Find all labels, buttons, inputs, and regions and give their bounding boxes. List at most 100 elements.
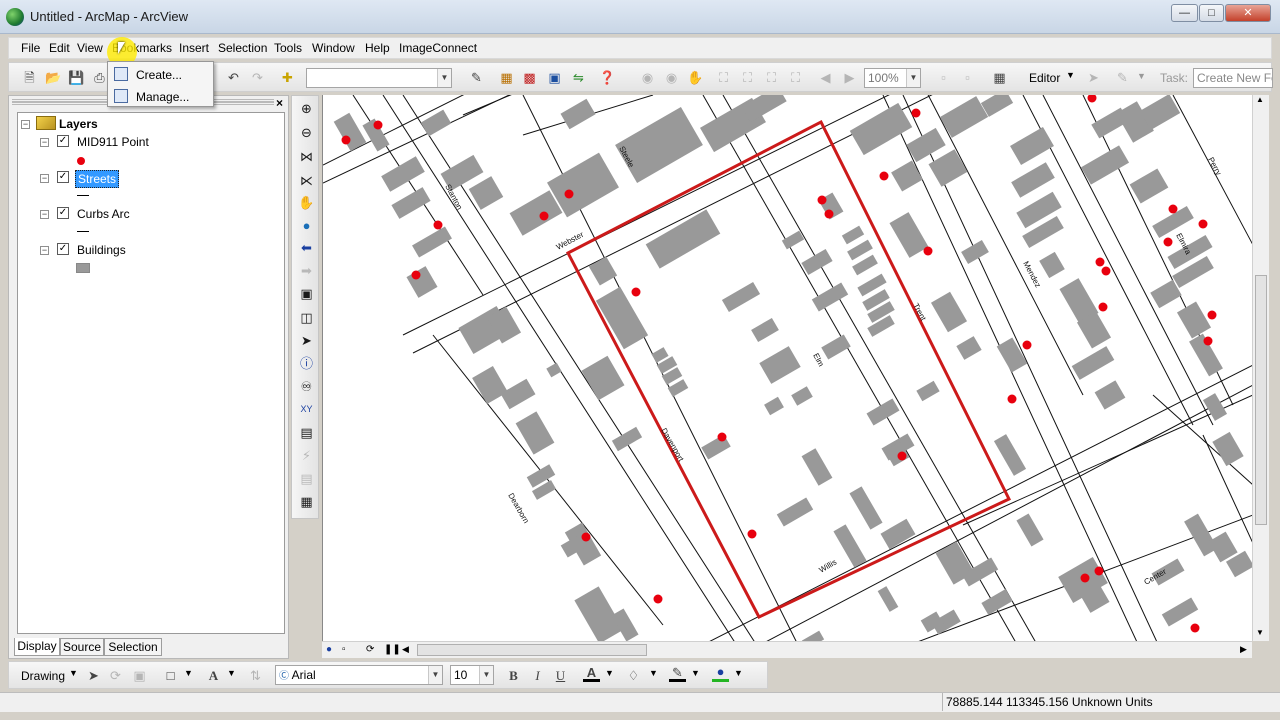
line-symbol-icon[interactable] [77, 231, 89, 232]
hyperlink-icon[interactable]: ⚡ [298, 447, 315, 464]
underline-button[interactable]: U [552, 667, 569, 684]
marker-color-icon[interactable]: ● [712, 665, 729, 682]
line-symbol-icon[interactable] [77, 195, 89, 196]
data-view-icon[interactable]: ● [326, 644, 332, 655]
fill-color-icon[interactable]: ♢ [625, 667, 642, 684]
find-binoculars-icon[interactable]: ♾ [298, 378, 315, 395]
forward-arrow-icon[interactable]: ➡ [298, 262, 315, 279]
edit-tool-icon[interactable]: ➤ [1085, 69, 1102, 86]
layer-name-buildings[interactable]: Buildings [77, 243, 126, 257]
modelbuilder-icon[interactable]: ⇋ [570, 69, 587, 86]
full-extent-dim-icon[interactable]: ⛶ [715, 69, 732, 86]
back-extent-icon[interactable]: ◀ [817, 69, 834, 86]
menu-insert[interactable]: Insert [179, 41, 209, 55]
menu-view[interactable]: View [77, 41, 103, 55]
layer-visibility-checkbox[interactable]: ✓ [57, 207, 69, 219]
zoom-to-selected-icon[interactable]: ▣ [131, 667, 148, 684]
select-features-icon[interactable]: ▣ [298, 285, 315, 302]
collapse-layers-icon[interactable]: − [21, 120, 30, 129]
collapse-layer-icon[interactable]: − [40, 138, 49, 147]
map-display[interactable]: Webster Davenport Elm Trent Willis Dearborn Me… [322, 95, 1252, 641]
menu-selection[interactable]: Selection [218, 41, 267, 55]
toggle-draft-mode-icon[interactable]: ▫ [935, 69, 952, 86]
vertical-scroll-thumb[interactable] [1255, 275, 1267, 525]
layer-name-curbs-arc[interactable]: Curbs Arc [77, 207, 130, 221]
layout-view-icon[interactable]: ▫ [342, 644, 346, 655]
zoom-out-icon[interactable]: ⊖ [298, 124, 315, 141]
font-color-icon[interactable]: A [583, 666, 600, 682]
zoom-percent-combo[interactable]: 100% ▼ [864, 68, 921, 88]
rectangle-icon[interactable]: □ [162, 667, 179, 684]
layer-name-mid911-point[interactable]: MID911 Point [77, 135, 149, 149]
italic-button[interactable]: I [529, 667, 546, 684]
chevron-down-icon[interactable]: ▼ [734, 668, 743, 678]
create-viewer-window-icon[interactable]: ▦ [298, 493, 315, 510]
add-data-icon[interactable]: ✚ [279, 69, 296, 86]
layer-visibility-checkbox[interactable]: ✓ [57, 243, 69, 255]
print-icon[interactable]: ⎙ [91, 69, 108, 86]
menu-edit[interactable]: Edit [49, 41, 70, 55]
new-document-icon[interactable]: 🗎 [21, 69, 38, 86]
undo-icon[interactable]: ↶ [225, 69, 242, 86]
focus-data-frame-icon[interactable]: ▫ [959, 69, 976, 86]
sketch-tool-icon[interactable]: ✎ [1114, 69, 1131, 86]
measure-icon[interactable]: ▤ [298, 424, 315, 441]
chevron-down-icon[interactable]: ▼ [649, 668, 658, 678]
menu-imageconnect[interactable]: ImageConnect [399, 41, 477, 55]
command-line-icon[interactable]: ▣ [546, 69, 563, 86]
pan-dim-icon[interactable]: ✋ [687, 69, 704, 86]
full-extent-globe-icon[interactable]: ● [298, 217, 315, 234]
back-arrow-icon[interactable]: ⬅ [298, 239, 315, 256]
toolbox-icon[interactable]: ▩ [521, 69, 538, 86]
menu-tools[interactable]: Tools [274, 41, 302, 55]
layer-visibility-checkbox[interactable]: ✓ [57, 171, 69, 183]
go-to-xy-icon[interactable]: XY [298, 401, 315, 418]
editor-menu-label[interactable]: Editor [1029, 71, 1060, 85]
close-button[interactable]: ✕ [1225, 4, 1271, 22]
edit-vertices-icon[interactable]: ⇅ [247, 667, 264, 684]
toc-close-icon[interactable]: × [276, 96, 283, 110]
rotate-icon[interactable]: ⟳ [107, 667, 124, 684]
scroll-right-icon[interactable]: ▶ [1240, 644, 1247, 655]
collapse-layer-icon[interactable]: − [40, 246, 49, 255]
collapse-layer-icon[interactable]: − [40, 210, 49, 219]
zoom-out-fixed-icon[interactable]: ◉ [663, 69, 680, 86]
html-popup-icon[interactable]: ▤ [298, 470, 315, 487]
horizontal-scrollbar[interactable]: ● ▫ ⟳ ❚❚ ◀ ▶ [322, 641, 1252, 658]
chevron-down-icon[interactable]: ▼ [184, 668, 193, 678]
pan-hand-icon[interactable]: ✋ [298, 194, 315, 211]
line-color-icon[interactable]: ✎ [669, 666, 686, 682]
zoom-100-icon[interactable]: ⛶ [763, 69, 780, 86]
clear-selection-icon[interactable]: ◫ [298, 309, 315, 326]
tab-display[interactable]: Display [14, 638, 60, 656]
fixed-zoom-out-icon[interactable]: ⋉ [298, 172, 315, 189]
fixed-zoom-icon[interactable]: ⛶ [787, 69, 804, 86]
forward-extent-icon[interactable]: ▶ [841, 69, 858, 86]
zoom-in-icon[interactable]: ⊕ [298, 100, 315, 117]
bookmark-manage-item[interactable]: Manage... [136, 90, 189, 104]
font-combo[interactable]: Ⓒ Arial ▼ [275, 665, 443, 685]
scroll-left-icon[interactable]: ◀ [402, 644, 409, 655]
select-elements-icon[interactable]: ➤ [85, 667, 102, 684]
fixed-zoom-in-icon[interactable]: ⋈ [298, 148, 315, 165]
vertical-scrollbar[interactable]: ▲ ▼ [1252, 95, 1269, 641]
change-layout-icon[interactable]: ▦ [991, 69, 1008, 86]
refresh-icon[interactable]: ⟳ [366, 644, 374, 655]
chevron-down-icon[interactable]: ▼ [1137, 71, 1146, 81]
chevron-down-icon[interactable]: ▼ [227, 668, 236, 678]
bookmark-create-item[interactable]: Create... [136, 68, 182, 82]
layer-visibility-checkbox[interactable]: ✓ [57, 135, 69, 147]
zoom-in-fixed-icon[interactable]: ◉ [639, 69, 656, 86]
editor-toolbar-icon[interactable]: ✎ [468, 69, 485, 86]
layer-name-streets[interactable]: Streets [75, 170, 120, 188]
menu-file[interactable]: File [21, 41, 40, 55]
collapse-layer-icon[interactable]: − [40, 174, 49, 183]
select-elements-icon[interactable]: ➤ [298, 332, 315, 349]
menu-window[interactable]: Window [312, 41, 355, 55]
redo-icon[interactable]: ↷ [249, 69, 266, 86]
save-icon[interactable]: 💾 [68, 69, 85, 86]
chevron-down-icon[interactable]: ▼ [691, 668, 700, 678]
pause-drawing-icon[interactable]: ❚❚ [384, 644, 401, 655]
scroll-up-icon[interactable]: ▲ [1256, 95, 1264, 104]
identify-icon[interactable]: ⓘ [298, 355, 315, 372]
